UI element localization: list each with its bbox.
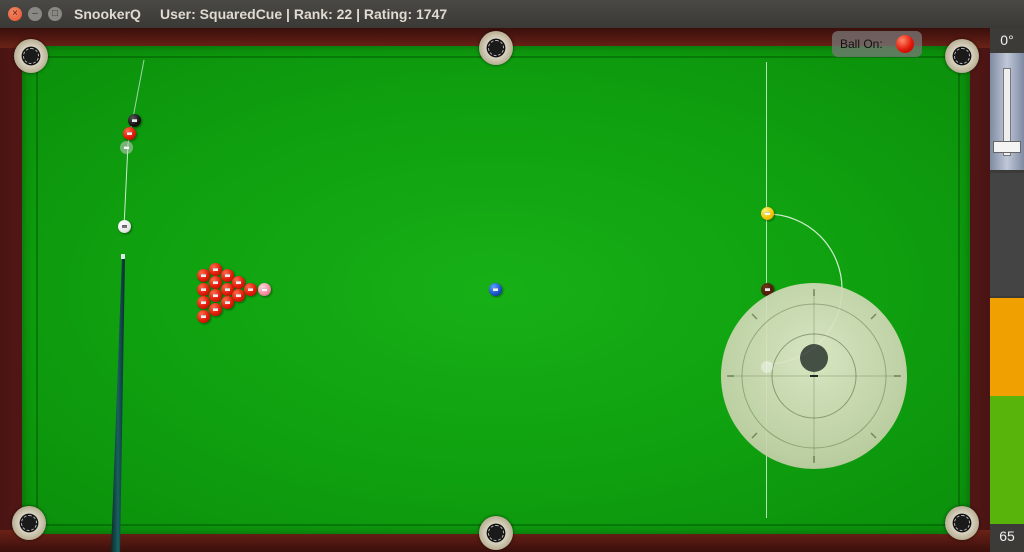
red-ball [209,276,222,289]
close-window-button[interactable]: × [8,7,22,21]
app-title: SnookerQ [74,6,141,22]
minimize-window-button[interactable]: – [28,7,42,21]
power-meter-fill[interactable] [990,396,1024,524]
title-bar: × – □ SnookerQ User: SquaredCue | Rank: … [0,0,1024,28]
red-ball [232,289,245,302]
minimize-icon: – [32,8,38,19]
ball-on-indicator: Ball On: [832,31,922,57]
red-ball [232,276,245,289]
user-info: User: SquaredCue | Rank: 22 | Rating: 17… [160,6,448,22]
cue-ball[interactable] [118,220,131,233]
red-ball [209,303,222,316]
red-ball [123,127,136,140]
red-ball [197,310,210,323]
blue-ball [489,283,502,296]
cue-angle-label: 0° [1000,32,1014,48]
maximize-icon: □ [51,8,59,19]
red-ball [197,269,210,282]
snooker-table[interactable]: Ball On: [0,28,990,552]
red-ball [244,283,257,296]
power-panel: 0° 65 [990,28,1024,552]
ball-on-label: Ball On: [840,37,883,51]
red-ball [197,296,210,309]
maximize-window-button[interactable]: □ [48,7,62,21]
yellow-ball [761,207,774,220]
red-ball [209,289,222,302]
pink-ball [258,283,271,296]
spin-target-icon [727,289,901,463]
power-meter-high [990,298,1024,396]
power-value-label: 65 [999,528,1015,544]
spin-control[interactable] [721,283,907,469]
close-icon: × [12,8,18,19]
black-ball [128,114,141,127]
ball-on-red-icon [896,35,914,53]
slider-thumb[interactable] [993,141,1021,153]
power-meter-empty [990,173,1024,296]
ghost-ball [120,141,133,154]
